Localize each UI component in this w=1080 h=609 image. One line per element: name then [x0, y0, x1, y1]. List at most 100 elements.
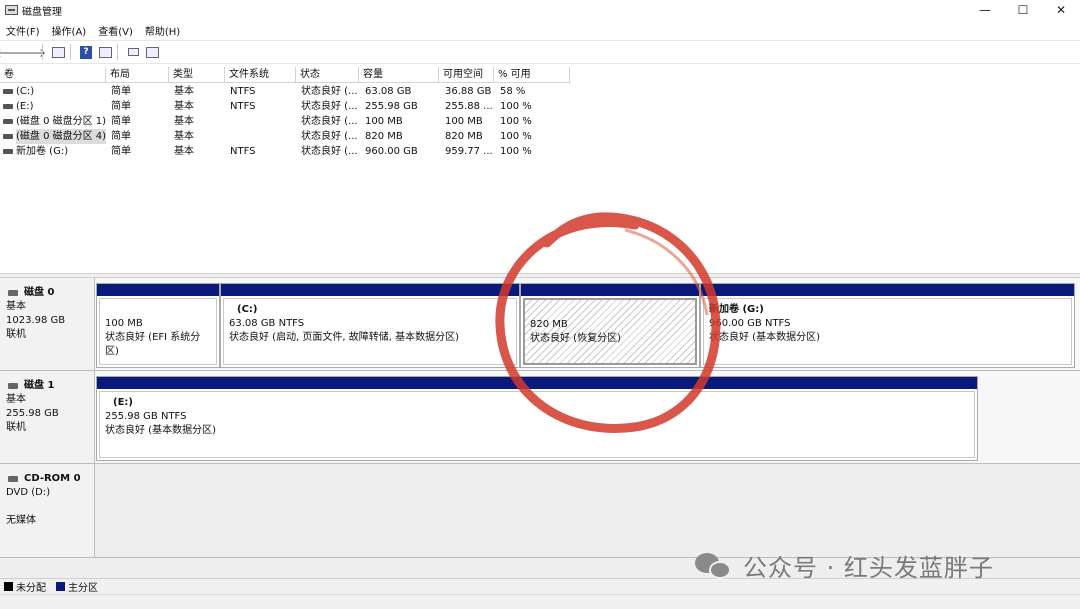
- volume-status: 状态良好 (...: [301, 86, 358, 97]
- table-row[interactable]: (磁盘 0 磁盘分区 4) 简单 基本 状态良好 (... 820 MB 820…: [0, 129, 540, 144]
- partition-recovery[interactable]: 820 MB 状态良好 (恢复分区): [520, 283, 700, 368]
- volume-capacity: 255.98 GB: [365, 101, 418, 112]
- volume-percent: 100 %: [500, 101, 532, 112]
- volume-type: 基本: [174, 131, 194, 142]
- toolbar-separator: [117, 44, 118, 60]
- partition-status: 状态良好 (EFI 系统分区): [105, 332, 201, 357]
- menu-action[interactable]: 操作(A): [46, 23, 93, 38]
- volume-name: (磁盘 0 磁盘分区 4): [16, 129, 106, 144]
- column-header-volume[interactable]: 卷: [0, 67, 106, 83]
- volume-layout: 简单: [111, 131, 131, 142]
- disk-0-label[interactable]: 磁盘 0 基本 1023.98 GB 联机: [0, 278, 95, 371]
- connect-disk-icon[interactable]: [125, 44, 141, 60]
- volume-type: 基本: [174, 101, 194, 112]
- partition-size: 100 MB: [105, 318, 143, 329]
- volume-name: (E:): [16, 101, 34, 112]
- partition-c[interactable]: (C:) 63.08 GB NTFS 状态良好 (启动, 页面文件, 故障转储,…: [220, 283, 520, 368]
- forward-arrow-icon[interactable]: 🡒: [14, 44, 46, 60]
- disk-kind: 基本: [6, 301, 26, 312]
- table-row[interactable]: (E:) 简单 基本 NTFS 状态良好 (... 255.98 GB 255.…: [0, 99, 540, 114]
- volume-type: 基本: [174, 146, 194, 157]
- menu-file[interactable]: 文件(F): [0, 23, 46, 38]
- toolbar-separator: [42, 44, 43, 60]
- volume-icon: [3, 104, 13, 109]
- column-header-free-space[interactable]: 可用空间: [439, 67, 494, 83]
- partition-size: 960.00 GB NTFS: [709, 318, 791, 329]
- table-row[interactable]: (磁盘 0 磁盘分区 1) 简单 基本 状态良好 (... 100 MB 100…: [0, 114, 540, 129]
- volume-percent: 100 %: [500, 146, 532, 157]
- column-header-capacity[interactable]: 容量: [359, 67, 439, 83]
- properties-icon[interactable]: [97, 44, 113, 60]
- column-header-layout[interactable]: 布局: [106, 67, 169, 83]
- primary-partition-bar: [701, 284, 1074, 296]
- close-button[interactable]: ✕: [1042, 0, 1080, 20]
- volume-layout: 简单: [111, 146, 131, 157]
- console-tree-icon[interactable]: [50, 44, 66, 60]
- watermark-text: 公众号 · 红头发蓝胖子: [743, 554, 994, 582]
- primary-partition-bar: [521, 284, 699, 296]
- volume-free: 255.88 ...: [445, 101, 493, 112]
- volume-type: 基本: [174, 116, 194, 127]
- column-header-type[interactable]: 类型: [169, 67, 225, 83]
- volume-fs: NTFS: [230, 86, 256, 97]
- volume-free: 820 MB: [445, 131, 483, 142]
- volume-capacity: 100 MB: [365, 116, 403, 127]
- disk-name: CD-ROM 0: [6, 472, 94, 486]
- table-row[interactable]: 新加卷 (G:) 简单 基本 NTFS 状态良好 (... 960.00 GB …: [0, 144, 540, 159]
- menu-help[interactable]: 帮助(H): [139, 23, 186, 38]
- partition-status: 状态良好 (基本数据分区): [709, 332, 820, 343]
- volume-icon: [3, 119, 13, 124]
- disk-state: 无媒体: [6, 515, 36, 526]
- volume-free: 959.77 ...: [445, 146, 493, 157]
- title-bar: 磁盘管理 — ☐ ✕: [0, 0, 1080, 20]
- column-header-filesystem[interactable]: 文件系统: [225, 67, 296, 83]
- primary-partition-swatch: [56, 582, 65, 591]
- help-icon[interactable]: ?: [78, 44, 94, 60]
- volume-status: 状态良好 (...: [301, 146, 358, 157]
- volume-layout: 简单: [111, 116, 131, 127]
- disk-state: 联机: [6, 329, 26, 340]
- disk-name: 磁盘 1: [6, 379, 94, 393]
- partition-efi[interactable]: 100 MB 状态良好 (EFI 系统分区): [96, 283, 220, 368]
- partition-status: 状态良好 (启动, 页面文件, 故障转储, 基本数据分区): [229, 332, 460, 343]
- volume-free: 36.88 GB: [445, 86, 492, 97]
- disk-1-label[interactable]: 磁盘 1 基本 255.98 GB 联机: [0, 371, 95, 464]
- partition-name: 新加卷 (G:): [709, 304, 764, 315]
- toolbar: 🡐 🡒 ?: [0, 40, 1080, 64]
- table-row[interactable]: (C:) 简单 基本 NTFS 状态良好 (... 63.08 GB 36.88…: [0, 84, 540, 99]
- partition-status: 状态良好 (恢复分区): [530, 333, 621, 344]
- partition-status: 状态良好 (基本数据分区): [105, 425, 216, 436]
- column-header-status[interactable]: 状态: [296, 67, 359, 83]
- partition-name: (E:): [113, 397, 133, 408]
- settings-icon[interactable]: [144, 44, 160, 60]
- partition-e[interactable]: (E:) 255.98 GB NTFS 状态良好 (基本数据分区): [96, 376, 978, 461]
- volume-status: 状态良好 (...: [301, 116, 358, 127]
- maximize-button[interactable]: ☐: [1004, 0, 1042, 20]
- partition-name: (C:): [237, 304, 258, 315]
- unallocated-swatch: [4, 582, 13, 591]
- partition-g[interactable]: 新加卷 (G:) 960.00 GB NTFS 状态良好 (基本数据分区): [700, 283, 1075, 368]
- primary-partition-bar: [221, 284, 519, 296]
- cdrom-0-label[interactable]: CD-ROM 0 DVD (D:) 无媒体: [0, 464, 95, 558]
- partition-size: 820 MB: [530, 319, 568, 330]
- partition-size: 63.08 GB NTFS: [229, 318, 305, 329]
- partition-size: 255.98 GB NTFS: [105, 411, 187, 422]
- volume-status: 状态良好 (...: [301, 101, 358, 112]
- volume-percent: 58 %: [500, 86, 526, 97]
- volume-icon: [3, 134, 13, 139]
- disk-size: 1023.98 GB: [6, 315, 66, 326]
- menu-bar: 文件(F) 操作(A) 查看(V) 帮助(H): [0, 21, 1080, 39]
- wechat-icon: [695, 551, 735, 581]
- minimize-button[interactable]: —: [966, 0, 1004, 20]
- volume-status: 状态良好 (...: [301, 131, 358, 142]
- disk-management-icon: [5, 5, 18, 15]
- volume-fs: NTFS: [230, 101, 256, 112]
- volume-capacity: 820 MB: [365, 131, 403, 142]
- volume-icon: [3, 149, 13, 154]
- disk-size: 255.98 GB: [6, 408, 59, 419]
- menu-view[interactable]: 查看(V): [92, 23, 139, 38]
- column-header-percent-free[interactable]: % 可用: [494, 67, 570, 83]
- primary-partition-bar: [97, 377, 977, 389]
- disk-name: 磁盘 0: [6, 286, 94, 300]
- primary-partition-bar: [97, 284, 219, 296]
